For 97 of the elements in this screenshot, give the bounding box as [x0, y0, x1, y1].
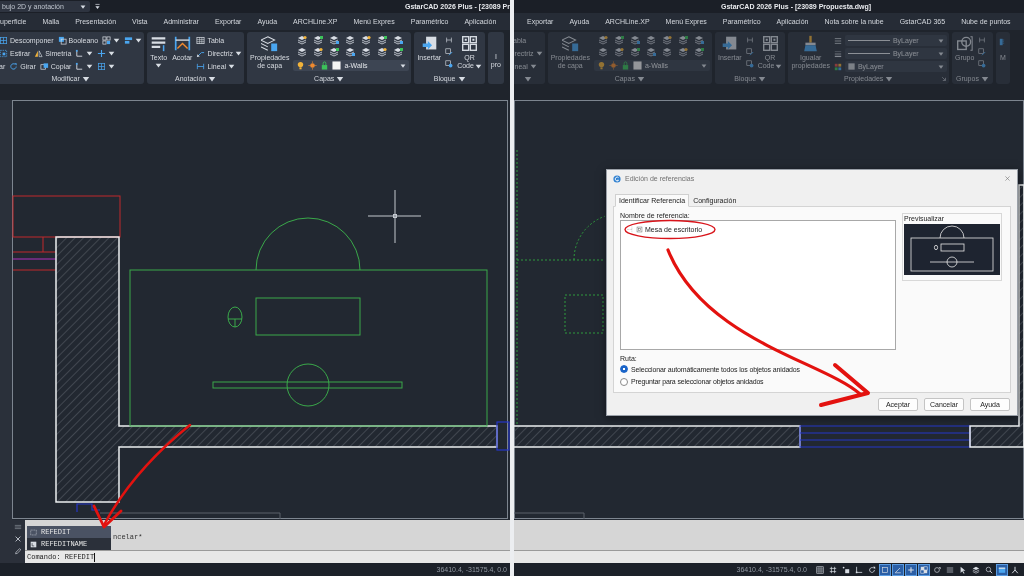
sun-icon — [308, 61, 318, 70]
window-icon — [998, 565, 1006, 574]
dimension-icon — [173, 35, 191, 52]
layer-stack-icon[interactable] — [361, 35, 372, 45]
layer-stack-icon — [261, 35, 279, 52]
pointer-icon — [959, 565, 967, 574]
layer-stack-icon[interactable] — [297, 47, 308, 57]
paintbrush-icon — [802, 35, 820, 52]
mirror-triangles-icon — [34, 49, 44, 58]
corner-icon — [75, 62, 85, 71]
radio-button[interactable] — [620, 377, 628, 386]
radio-button[interactable] — [620, 365, 628, 374]
split-square-icon — [97, 62, 107, 71]
dashed-square-icon — [0, 49, 8, 58]
hash-icon — [829, 565, 837, 574]
corner-icon — [75, 49, 85, 58]
insert-block-icon — [721, 35, 739, 52]
lines-icon — [946, 565, 954, 574]
layer-stack-icon[interactable] — [329, 35, 340, 45]
lock-icon — [320, 61, 330, 70]
grip-icon — [13, 523, 22, 531]
status-toggle-button[interactable] — [996, 563, 1008, 576]
bars-icon — [124, 36, 134, 45]
swatch-icon — [332, 61, 342, 70]
tool-dropdown-button[interactable] — [97, 61, 116, 72]
status-toggle-button[interactable] — [814, 563, 826, 576]
layer-stack-icon[interactable] — [361, 47, 372, 57]
pencil-icon[interactable] — [13, 547, 22, 555]
layer-stack-icon[interactable] — [297, 35, 308, 45]
layer-stack-icon[interactable] — [313, 35, 324, 45]
layer-stack-icon — [561, 35, 579, 52]
tool-dropdown-button[interactable] — [75, 48, 94, 59]
angle-icon — [894, 565, 902, 574]
insert-block-icon — [420, 35, 438, 52]
caret-icon — [400, 62, 407, 69]
block-icon — [636, 225, 643, 233]
square-disc-icon[interactable] — [445, 60, 454, 68]
outline-path — [514, 512, 585, 520]
cross-icon — [97, 49, 107, 58]
copy-icon — [39, 62, 49, 71]
sun-icon — [608, 61, 618, 70]
grid-icon — [102, 36, 112, 45]
split-square-icon — [0, 36, 8, 45]
status-toggle-button[interactable] — [918, 563, 930, 576]
status-toggle-button[interactable] — [905, 563, 917, 576]
dimension-line-icon — [196, 62, 206, 71]
overlapping-squares-icon — [57, 36, 67, 45]
tripod-icon — [1011, 565, 1019, 574]
layer-stack-icon[interactable] — [345, 35, 356, 45]
caret-icon — [700, 62, 707, 69]
bulb-icon — [596, 61, 606, 70]
command-input[interactable] — [514, 550, 1024, 563]
bulb-icon — [296, 61, 306, 70]
rotate-arrow-icon — [9, 62, 19, 71]
layer-stack-icon[interactable] — [329, 47, 340, 57]
leader-arrow-icon — [196, 49, 206, 58]
line-sample — [847, 53, 890, 54]
grouped-squares-icon — [956, 35, 974, 52]
lock-icon — [620, 61, 630, 70]
text-lines-icon — [150, 35, 168, 52]
text-cursor — [94, 552, 96, 562]
swatch-icon — [632, 61, 642, 70]
table-icon — [196, 36, 206, 45]
qr-squares-icon — [461, 35, 478, 52]
tool-dropdown-button[interactable] — [75, 61, 94, 72]
status-toggle-button[interactable] — [892, 563, 904, 576]
crosshair-cursor-icon — [367, 189, 422, 244]
swatch-icon — [847, 63, 855, 70]
layer-stack-icon[interactable] — [377, 47, 388, 57]
layer-stack-icon[interactable] — [313, 47, 324, 57]
plus-icon — [907, 565, 915, 574]
dashed-square-icon — [30, 528, 37, 536]
status-toggle-button[interactable] — [879, 563, 891, 576]
opening-marker — [496, 421, 510, 451]
circle-arrow-icon — [868, 565, 876, 574]
layer-stack-icon[interactable] — [393, 35, 404, 45]
opening-marker — [76, 503, 101, 513]
tree-line-icon — [627, 225, 634, 233]
checker-icon — [920, 565, 928, 574]
tool-dropdown-button[interactable] — [102, 35, 121, 46]
tool-dropdown-button[interactable] — [97, 48, 116, 59]
qr-squares-icon — [761, 35, 779, 52]
search-icon — [985, 565, 993, 574]
caret-icon — [80, 3, 86, 10]
layer-stack-icon — [972, 565, 980, 574]
line-sample — [847, 40, 890, 41]
layer-stack-icon[interactable] — [345, 47, 356, 57]
grid-icon — [816, 565, 824, 574]
caret-icon — [135, 37, 143, 44]
app-logo-icon — [613, 174, 621, 183]
bracket-icon[interactable] — [445, 36, 454, 44]
tool-dropdown-button[interactable] — [124, 35, 143, 46]
customize-caret-icon[interactable] — [94, 3, 101, 10]
layer-stack-icon[interactable] — [377, 35, 388, 45]
right-angle-icon — [855, 565, 863, 574]
layer-stack-icon[interactable] — [393, 47, 404, 57]
square-pencil-icon[interactable] — [445, 48, 454, 56]
